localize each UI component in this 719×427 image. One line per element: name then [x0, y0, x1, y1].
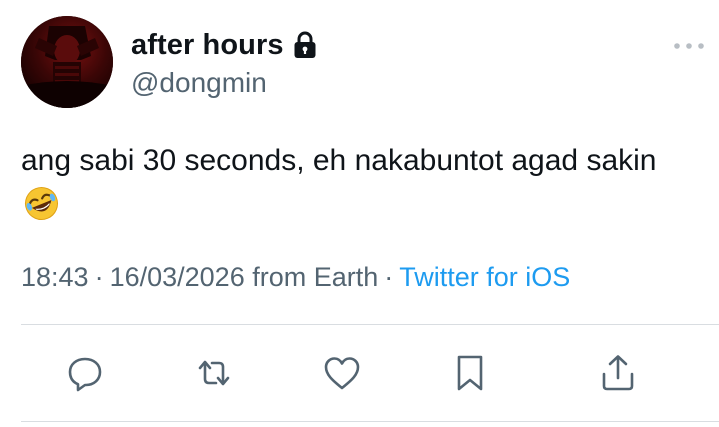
- author-row: after hours: [131, 27, 317, 63]
- tweet-location: from Earth: [252, 262, 379, 292]
- reply-button[interactable]: [65, 353, 105, 393]
- more-dots-icon[interactable]: [672, 36, 706, 56]
- tweet-text: ang sabi 30 seconds, eh nakabuntot agad …: [21, 138, 701, 228]
- avatar[interactable]: [21, 16, 113, 108]
- divider-bottom: [21, 421, 719, 422]
- lock-icon: [293, 31, 317, 59]
- bookmark-button[interactable]: [450, 353, 490, 393]
- tweet-source-link[interactable]: Twitter for iOS: [399, 262, 570, 292]
- share-icon: [598, 353, 638, 393]
- divider: [21, 324, 719, 325]
- meta-separator-2: ·: [384, 262, 394, 292]
- tweet-card: after hours @dongmin ang sabi 30 seconds…: [0, 0, 719, 427]
- tweet-date[interactable]: 16/03/2026: [110, 262, 245, 292]
- author-handle[interactable]: @dongmin: [131, 67, 267, 99]
- like-icon: [322, 354, 362, 392]
- tweet-meta: 18:43 · 16/03/2026 from Earth · Twitter for …: [21, 262, 570, 293]
- like-button[interactable]: [322, 353, 362, 393]
- tweet-body: ang sabi 30 seconds, eh nakabuntot agad …: [21, 144, 657, 177]
- retweet-icon: [194, 354, 234, 392]
- reply-icon: [66, 354, 104, 392]
- retweet-button[interactable]: [194, 353, 234, 393]
- share-button[interactable]: [598, 353, 638, 393]
- tweet-time[interactable]: 18:43: [21, 262, 89, 292]
- display-name[interactable]: after hours: [131, 29, 284, 62]
- meta-separator: ·: [94, 262, 104, 292]
- bookmark-icon: [452, 353, 488, 393]
- rolling-on-floor-laughing-emoji-icon: [23, 185, 60, 222]
